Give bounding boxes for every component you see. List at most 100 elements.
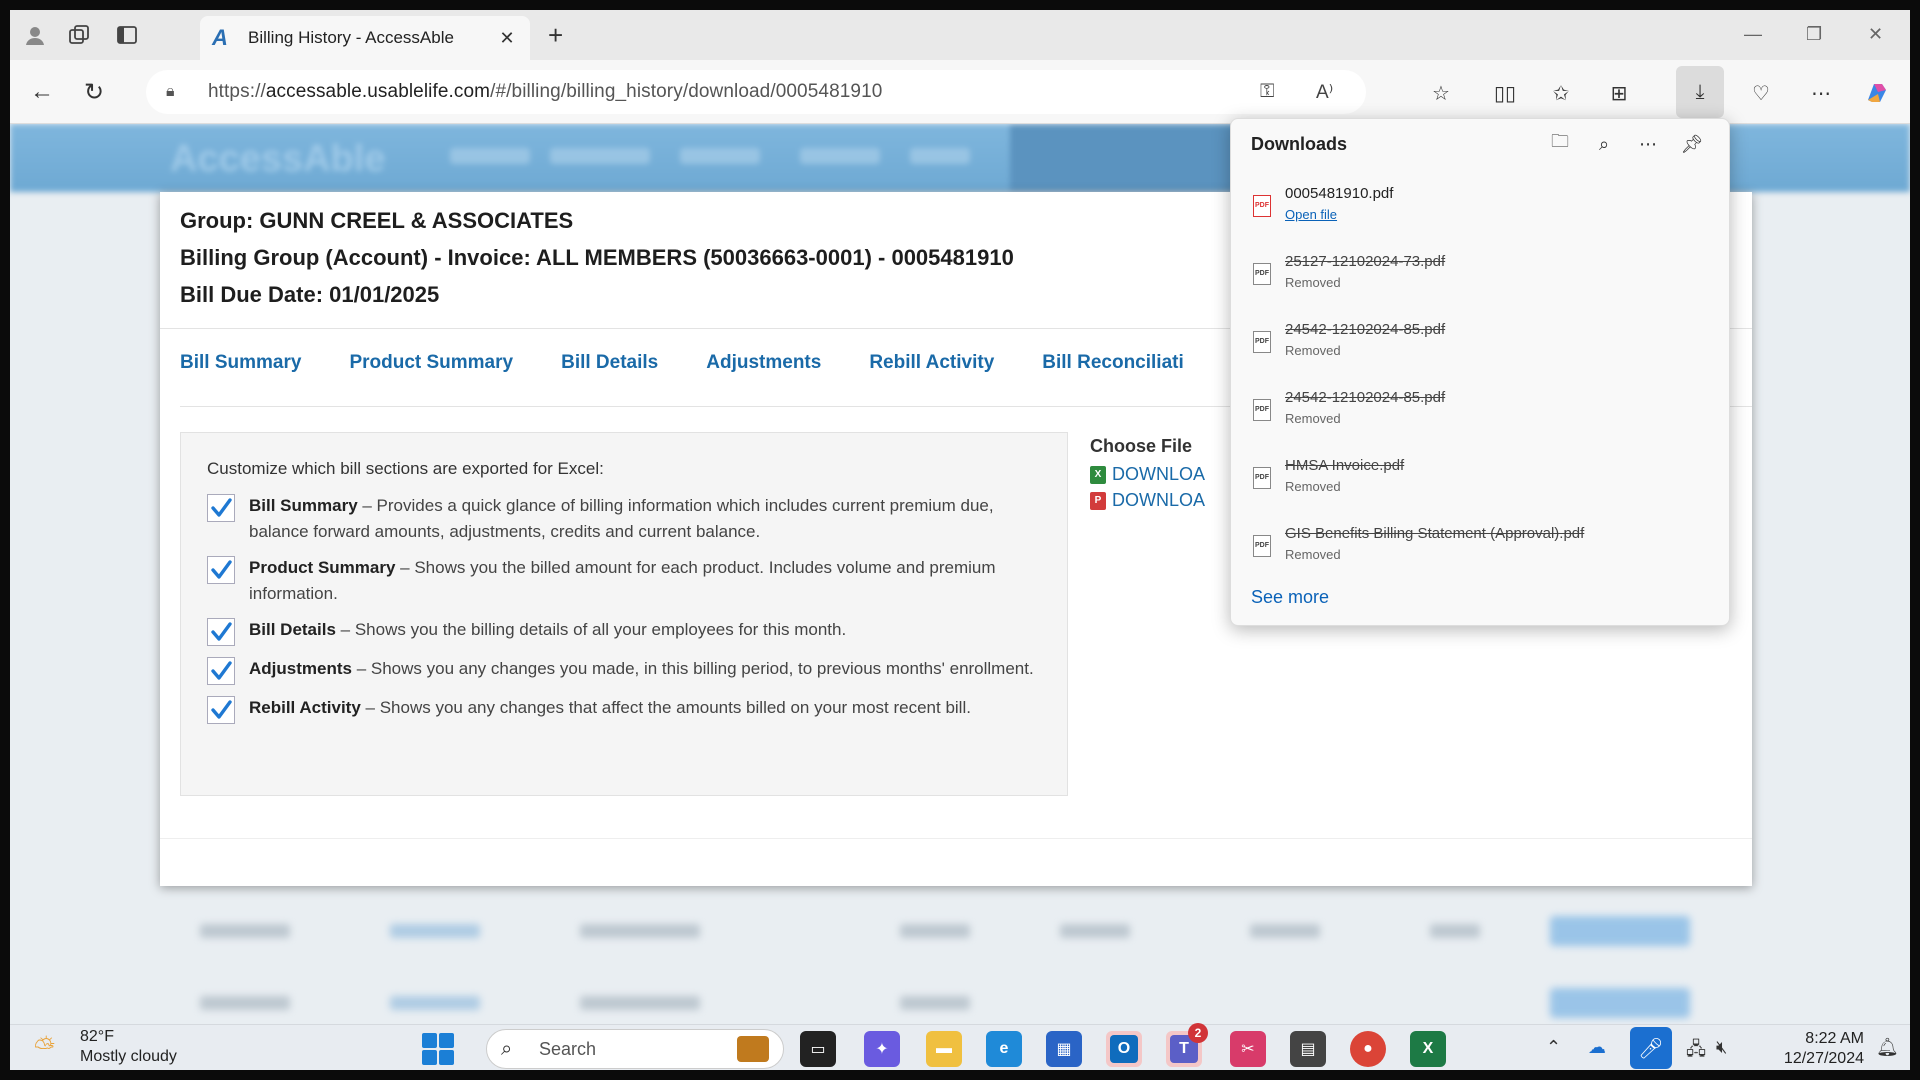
copilot-app-icon[interactable]: ✦ — [864, 1031, 900, 1067]
profile-icon[interactable] — [22, 22, 48, 48]
pin-icon[interactable]: 📌︎ — [1679, 131, 1705, 157]
download-file-name: 24542-12102024-85.pdf — [1285, 321, 1446, 338]
pdf-file-icon: PDF — [1253, 399, 1271, 421]
download-file-name: 0005481910.pdf — [1285, 185, 1394, 202]
tab-rebill-activity[interactable]: Rebill Activity — [869, 352, 994, 392]
export-intro: Customize which bill sections are export… — [207, 459, 604, 478]
download-status: Removed — [1285, 479, 1341, 494]
tab-bar: A Billing History - AccessAble ✕ + — ❐ ✕ — [10, 10, 1910, 60]
download-file-name: GIS Benefits Billing Statement (Approval… — [1285, 525, 1585, 542]
new-tab-button[interactable]: + — [548, 22, 563, 48]
option-bill-details: Bill Details – Shows you the billing det… — [207, 617, 1041, 646]
download-item[interactable]: PDF GIS Benefits Billing Statement (Appr… — [1249, 521, 1709, 577]
search-icon[interactable]: ⌕ — [1591, 131, 1617, 157]
download-item[interactable]: PDF HMSA Invoice.pdf Removed — [1249, 453, 1709, 509]
option-text: Bill Details – Shows you the billing det… — [249, 620, 847, 639]
url-field[interactable]: 🔒︎ https://accessable.usablelife.com/#/b… — [146, 70, 1366, 114]
more-options-icon[interactable]: ⋯ — [1806, 78, 1836, 108]
nav-placeholder — [800, 148, 880, 164]
download-status: Removed — [1285, 411, 1341, 426]
download-excel-link[interactable]: X DOWNLOA — [1090, 464, 1205, 485]
see-more-link[interactable]: See more — [1251, 587, 1329, 608]
pdf-file-icon: PDF — [1253, 331, 1271, 353]
collections-icon[interactable]: ⊞ — [1604, 78, 1634, 108]
download-status: Removed — [1285, 275, 1341, 290]
downloads-flyout: Downloads 🗀 ⌕ ⋯ 📌︎ PDF 0005481910.pdf Op… — [1230, 118, 1730, 626]
split-screen-icon[interactable]: ▯▯ — [1490, 78, 1520, 108]
product-summary-checkbox[interactable] — [207, 556, 235, 584]
taskbar-search[interactable]: ⌕ Search — [486, 1029, 784, 1069]
open-folder-icon[interactable]: 🗀 — [1547, 131, 1573, 157]
tab-billing-history[interactable]: A Billing History - AccessAble ✕ — [200, 16, 530, 60]
nav-active-item — [1010, 124, 1250, 192]
back-button[interactable]: ← — [28, 78, 56, 106]
download-pdf-link[interactable]: P DOWNLOA — [1090, 490, 1205, 511]
download-item[interactable]: PDF 24542-12102024-85.pdf Removed — [1249, 385, 1709, 441]
workspaces-icon[interactable] — [66, 22, 92, 48]
option-text: Product Summary – Shows you the billed a… — [249, 558, 996, 603]
bill-details-checkbox[interactable] — [207, 618, 235, 646]
tab-adjustments[interactable]: Adjustments — [706, 352, 821, 392]
billing-group-invoice: Billing Group (Account) - Invoice: ALL M… — [180, 245, 1014, 270]
system-clock[interactable]: 8:22 AM 12/27/2024 — [1760, 1029, 1864, 1069]
close-window-icon[interactable]: ✕ — [1868, 24, 1883, 45]
adjustments-checkbox[interactable] — [207, 657, 235, 685]
calculator-icon[interactable]: ▤ — [1290, 1031, 1326, 1067]
store-icon[interactable]: ▦ — [1046, 1031, 1082, 1067]
favorites-icon[interactable]: ✩ — [1546, 78, 1576, 108]
refresh-button[interactable]: ↻ — [80, 78, 108, 106]
download-item[interactable]: PDF 0005481910.pdf Open file — [1249, 181, 1709, 237]
download-status: Removed — [1285, 547, 1341, 562]
cloudy-weather-icon: ⛅︎ — [34, 1032, 55, 1062]
tab-bill-summary[interactable]: Bill Summary — [180, 352, 301, 392]
browser-essentials-icon[interactable]: ♡ — [1746, 78, 1776, 108]
bill-header: Group: GUNN CREEL & ASSOCIATES Billing G… — [180, 202, 1014, 313]
option-product-summary: Product Summary – Shows you the billed a… — [207, 555, 1041, 607]
close-tab-icon[interactable]: ✕ — [496, 28, 518, 49]
copilot-icon[interactable] — [1862, 78, 1892, 108]
tab-bill-details[interactable]: Bill Details — [561, 352, 658, 392]
microphone-icon[interactable]: 🎤︎ — [1630, 1027, 1672, 1069]
pdf-file-icon: PDF — [1253, 195, 1271, 217]
start-button[interactable] — [422, 1033, 454, 1065]
tab-bill-reconciliation[interactable]: Bill Reconciliati — [1042, 352, 1183, 392]
show-hidden-icons-chevron-icon[interactable]: ⌃ — [1546, 1037, 1561, 1058]
open-file-link[interactable]: Open file — [1285, 207, 1337, 222]
tab-product-summary[interactable]: Product Summary — [349, 352, 513, 392]
edge-icon[interactable]: e — [986, 1031, 1022, 1067]
pdf-file-icon: PDF — [1253, 467, 1271, 489]
favorite-star-icon[interactable]: ☆ — [1426, 78, 1456, 108]
pdf-file-icon: PDF — [1253, 535, 1271, 557]
download-item[interactable]: PDF 25127-12102024-73.pdf Removed — [1249, 249, 1709, 305]
more-icon[interactable]: ⋯ — [1635, 131, 1661, 157]
onedrive-icon[interactable]: ☁ — [1588, 1037, 1606, 1058]
option-text: Adjustments – Shows you any changes you … — [249, 659, 1034, 678]
volume-muted-icon[interactable]: 🔇︎ — [1716, 1037, 1727, 1058]
teams-badge: 2 — [1188, 1023, 1208, 1043]
accessable-favicon-icon: A — [212, 25, 228, 50]
bill-summary-checkbox[interactable] — [207, 494, 235, 522]
password-key-icon[interactable]: ⚿ — [1260, 70, 1274, 114]
downloads-title: Downloads — [1251, 134, 1348, 154]
downloads-button[interactable]: ⤓ — [1676, 66, 1724, 118]
weather-widget[interactable]: ⛅︎ 82°F Mostly cloudy — [34, 1027, 177, 1067]
blurred-background-table — [160, 904, 1760, 1024]
task-view-icon[interactable]: ▭ — [800, 1031, 836, 1067]
choose-file-label: Choose File — [1090, 436, 1193, 456]
pdf-file-icon: P — [1090, 491, 1106, 510]
address-bar: ← ↻ 🔒︎ https://accessable.usablelife.com… — [10, 60, 1910, 124]
chrome-icon[interactable]: ● — [1350, 1031, 1386, 1067]
snipping-tool-icon[interactable]: ✂ — [1230, 1031, 1266, 1067]
download-item[interactable]: PDF 24542-12102024-85.pdf Removed — [1249, 317, 1709, 373]
file-explorer-icon[interactable]: ▬ — [926, 1031, 962, 1067]
minimize-icon[interactable]: — — [1744, 24, 1762, 45]
outlook-icon[interactable]: O — [1106, 1031, 1142, 1067]
rebill-activity-checkbox[interactable] — [207, 696, 235, 724]
restore-icon[interactable]: ❐ — [1806, 24, 1822, 45]
network-icon[interactable]: 🖧︎ — [1686, 1037, 1706, 1067]
notifications-icon[interactable]: 🔔︎ — [1876, 1037, 1899, 1058]
tab-actions-icon[interactable] — [114, 22, 140, 48]
teams-icon[interactable]: T2 — [1166, 1023, 1208, 1067]
excel-icon[interactable]: X — [1410, 1031, 1446, 1067]
read-aloud-icon[interactable]: A⁾ — [1316, 70, 1333, 114]
